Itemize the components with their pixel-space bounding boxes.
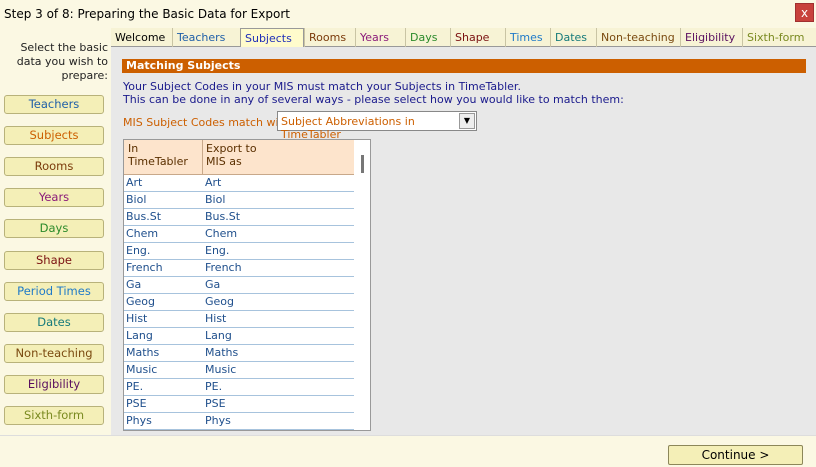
cell-mis-subject[interactable]: Music [205, 363, 236, 376]
match-label: MIS Subject Codes match with: [123, 116, 294, 129]
sidebar-item-shape[interactable]: Shape [4, 251, 104, 270]
cell-timetabler-subject: Chem [126, 227, 159, 240]
title-bar: Step 3 of 8: Preparing the Basic Data fo… [0, 0, 816, 28]
sidebar-item-subjects[interactable]: Subjects [4, 126, 104, 145]
instructions-line-1: Your Subject Codes in your MIS must matc… [123, 80, 521, 93]
tab-rooms[interactable]: Rooms [304, 28, 355, 47]
cell-timetabler-subject: Bus.St [126, 210, 162, 223]
cell-mis-subject[interactable]: PE. [205, 380, 222, 393]
instructions-line-2: This can be done in any of several ways … [123, 93, 624, 106]
cell-mis-subject[interactable]: Hist [205, 312, 226, 325]
column-header-export-to-mis: Export to MIS as [206, 142, 257, 168]
cell-mis-subject[interactable]: Geog [205, 295, 234, 308]
cell-timetabler-subject: PSE [126, 397, 147, 410]
table-row[interactable]: Phys Phys [124, 413, 354, 430]
cell-timetabler-subject: Hist [126, 312, 148, 325]
sidebar-item-non-teaching[interactable]: Non-teaching [4, 344, 104, 363]
table-row[interactable]: Geog Geog [124, 294, 354, 311]
cell-timetabler-subject: Lang [126, 329, 153, 342]
cell-mis-subject[interactable]: Art [205, 176, 221, 189]
subject-match-table: In TimeTabler Export to MIS as Art Art Bio… [123, 139, 371, 431]
cell-mis-subject[interactable]: Chem [205, 227, 237, 240]
tab-bar: Welcome Teachers Subjects Rooms Years Da… [111, 28, 816, 47]
tab-years[interactable]: Years [355, 28, 405, 47]
table-row[interactable]: PE. PE. [124, 379, 354, 396]
table-row[interactable]: French French [124, 260, 354, 277]
tab-subjects[interactable]: Subjects [240, 28, 304, 47]
tab-times[interactable]: Times [505, 28, 550, 47]
footer: Continue > [0, 435, 816, 467]
sidebar-item-rooms[interactable]: Rooms [4, 157, 104, 176]
table-row[interactable]: Hist Hist [124, 311, 354, 328]
sidebar-item-period-times[interactable]: Period Times [4, 282, 104, 301]
cell-timetabler-subject: French [126, 261, 163, 274]
cell-mis-subject[interactable]: Biol [205, 193, 225, 206]
continue-button[interactable]: Continue > [668, 445, 803, 465]
sidebar-item-years[interactable]: Years [4, 188, 104, 207]
table-row[interactable]: Bus.St Bus.St [124, 209, 354, 226]
tab-eligibility[interactable]: Eligibility [680, 28, 742, 47]
tab-shape[interactable]: Shape [450, 28, 505, 47]
cell-timetabler-subject: PE. [126, 380, 144, 393]
sidebar-item-eligibility[interactable]: Eligibility [4, 375, 104, 394]
section-title: Matching Subjects [122, 59, 806, 73]
main-content: Matching Subjects Your Subject Codes in … [111, 47, 816, 435]
sidebar-intro: Select the basic data you wish to prepar… [16, 41, 108, 82]
cell-timetabler-subject: Maths [126, 346, 160, 359]
instructions: Your Subject Codes in your MIS must matc… [123, 80, 624, 106]
table-row[interactable]: Chem Chem [124, 226, 354, 243]
cell-mis-subject[interactable]: Maths [205, 346, 238, 359]
cell-timetabler-subject: Geog [126, 295, 156, 308]
cell-timetabler-subject: Biol [126, 193, 147, 206]
tab-welcome[interactable]: Welcome [111, 28, 172, 47]
chevron-down-icon[interactable]: ▼ [459, 113, 475, 129]
cell-mis-subject[interactable]: PSE [205, 397, 226, 410]
tab-non-teaching[interactable]: Non-teaching [596, 28, 680, 47]
cell-timetabler-subject: Phys [126, 414, 152, 427]
cell-mis-subject[interactable]: Ga [205, 278, 220, 291]
match-select-value: Subject Abbreviations in TimeTabler [281, 115, 415, 141]
table-row[interactable]: Music Music [124, 362, 354, 379]
table-row[interactable]: Biol Biol [124, 192, 354, 209]
cell-timetabler-subject: Music [126, 363, 158, 376]
table-row[interactable]: Ga Ga [124, 277, 354, 294]
cell-timetabler-subject: Art [126, 176, 143, 189]
tab-dates[interactable]: Dates [550, 28, 596, 47]
tab-sixth-form[interactable]: Sixth-form [742, 28, 816, 47]
tab-teachers[interactable]: Teachers [172, 28, 240, 47]
table-row[interactable]: Lang Lang [124, 328, 354, 345]
cell-mis-subject[interactable]: Bus.St [205, 210, 240, 223]
cell-mis-subject[interactable]: Phys [205, 414, 231, 427]
table-row[interactable]: Maths Maths [124, 345, 354, 362]
sidebar-item-days[interactable]: Days [4, 219, 104, 238]
window-title: Step 3 of 8: Preparing the Basic Data fo… [4, 7, 290, 21]
match-select[interactable]: Subject Abbreviations in TimeTabler ▼ [277, 111, 477, 141]
sidebar-item-sixth-form[interactable]: Sixth-form [4, 406, 104, 425]
scrollbar[interactable] [361, 155, 364, 173]
sidebar-item-dates[interactable]: Dates [4, 313, 104, 332]
tab-days[interactable]: Days [405, 28, 450, 47]
cell-timetabler-subject: Ga [126, 278, 142, 291]
sidebar: Select the basic data you wish to prepar… [0, 28, 110, 438]
table-row[interactable]: Eng. Eng. [124, 243, 354, 260]
column-header-in-timetabler: In TimeTabler [128, 142, 188, 168]
cell-mis-subject[interactable]: Eng. [205, 244, 229, 257]
table-row[interactable]: PSE PSE [124, 396, 354, 413]
table-header: In TimeTabler Export to MIS as [124, 140, 354, 175]
cell-mis-subject[interactable]: French [205, 261, 242, 274]
close-button[interactable]: x [795, 3, 814, 22]
sidebar-item-teachers[interactable]: Teachers [4, 95, 104, 114]
cell-mis-subject[interactable]: Lang [205, 329, 232, 342]
cell-timetabler-subject: Eng. [126, 244, 151, 257]
table-row[interactable]: Art Art [124, 175, 354, 192]
